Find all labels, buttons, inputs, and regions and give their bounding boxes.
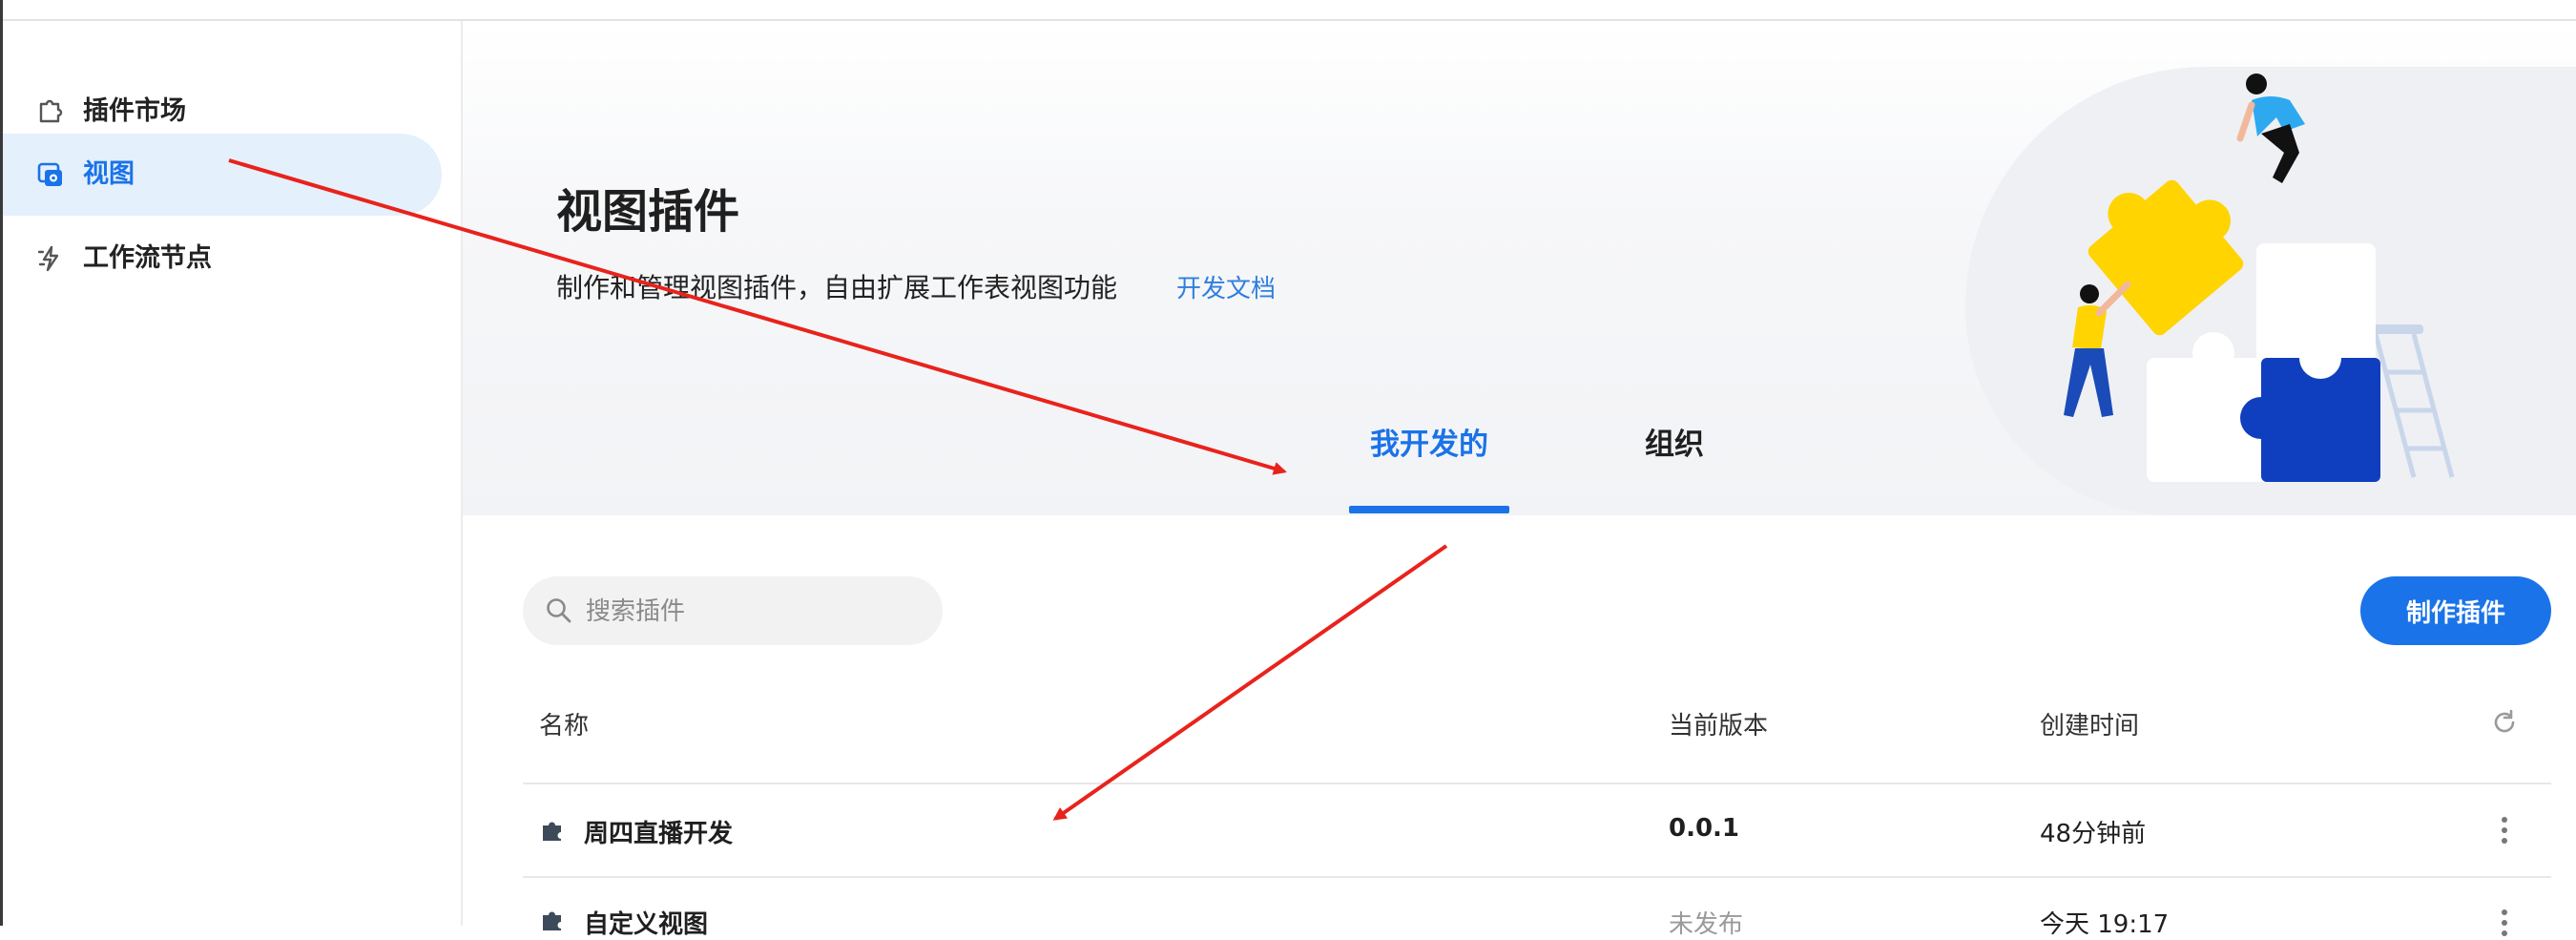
- table-divider: [523, 876, 2551, 878]
- dev-docs-link[interactable]: 开发文档: [1176, 269, 1276, 304]
- plugin-name[interactable]: 自定义视图: [584, 905, 708, 940]
- tab-organization[interactable]: 组织: [1612, 420, 1736, 477]
- sidebar-item-workflow-node[interactable]: 工作流节点: [3, 218, 442, 300]
- puzzle-outline-icon: [39, 99, 63, 123]
- tab-my-developed[interactable]: 我开发的: [1349, 420, 1509, 477]
- view-icon: [37, 162, 62, 186]
- column-header-version[interactable]: 当前版本: [1669, 706, 1768, 742]
- search-box[interactable]: [523, 576, 943, 647]
- sidebar-item-label: 工作流节点: [83, 243, 212, 273]
- plugin-created-time: 今天 19:17: [2040, 910, 2170, 939]
- plugin-created-time: 48分钟前: [2040, 820, 2147, 848]
- more-options-icon[interactable]: [2500, 907, 2509, 939]
- sidebar-item-view[interactable]: 视图: [3, 134, 442, 216]
- active-tab-indicator: [1349, 506, 1509, 513]
- plugin-icon: [543, 911, 561, 930]
- column-header-created[interactable]: 创建时间: [2040, 706, 2139, 742]
- plugin-name[interactable]: 周四直播开发: [584, 814, 733, 849]
- more-options-icon[interactable]: [2500, 814, 2509, 846]
- plugin-version: 未发布: [1669, 910, 1744, 939]
- plugin-icon: [543, 822, 561, 841]
- column-header-name[interactable]: 名称: [539, 706, 589, 742]
- create-plugin-button[interactable]: 制作插件: [2360, 576, 2551, 645]
- table-divider: [523, 783, 2551, 784]
- workflow-icon: [37, 245, 59, 272]
- plugin-version: 0.0.1: [1669, 814, 1740, 843]
- page-description: 制作和管理视图插件，自由扩展工作表视图功能: [556, 272, 1118, 303]
- window-top-border: [0, 0, 2576, 21]
- annotation-arrow: [1052, 544, 1448, 821]
- sidebar-item-label: 视图: [83, 159, 135, 189]
- puzzle-illustration: [2064, 73, 2455, 482]
- sidebar: 插件市场 视图 工作流节点: [3, 21, 463, 926]
- refresh-icon[interactable]: [2490, 708, 2519, 737]
- search-input[interactable]: [584, 576, 922, 647]
- page-title: 视图插件: [556, 185, 740, 239]
- search-icon: [547, 598, 571, 623]
